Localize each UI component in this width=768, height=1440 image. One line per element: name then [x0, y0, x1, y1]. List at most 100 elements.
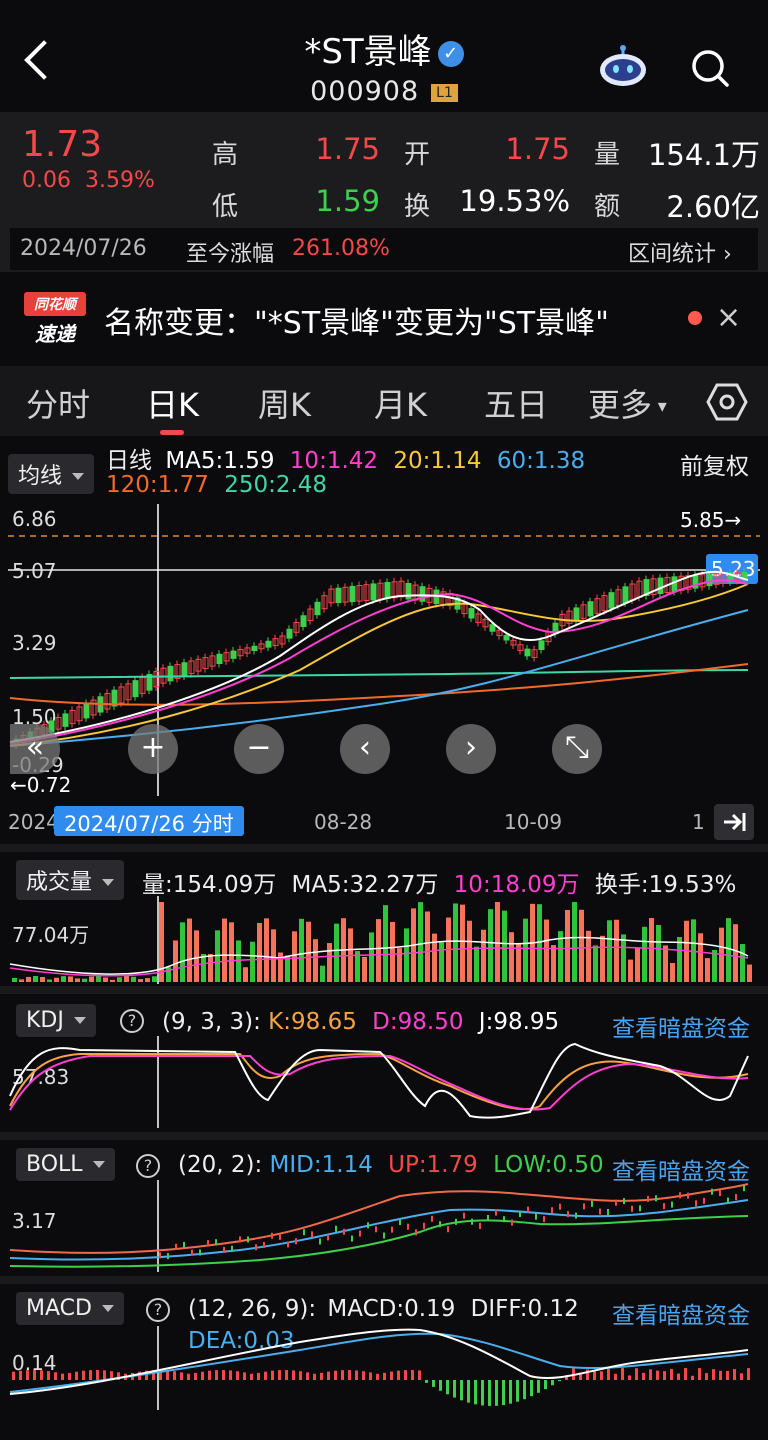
macd-bar	[439, 1380, 442, 1391]
ma250-value: 250:2.48	[224, 472, 328, 498]
tab-more[interactable]: 更多 ▾	[588, 380, 667, 426]
chevron-down-icon	[102, 879, 115, 886]
macd-selector[interactable]: MACD	[16, 1292, 124, 1325]
volume-bar	[607, 920, 612, 982]
chevron-down-icon	[72, 473, 85, 480]
unread-dot-icon	[688, 311, 702, 325]
range-stats-link[interactable]: 区间统计 ›	[628, 236, 732, 268]
tab-monthly-k[interactable]: 月K	[374, 380, 427, 426]
macd-bar	[243, 1372, 246, 1380]
header: *ST景峰 ✓ 000908 L1	[0, 0, 768, 112]
macd-bar	[712, 1369, 715, 1380]
jump-to-latest-icon[interactable]	[714, 804, 754, 840]
macd-bar	[222, 1370, 225, 1380]
macd-bar	[607, 1368, 610, 1380]
step-forward-icon[interactable]: ›	[446, 724, 496, 774]
range-stats-label: 区间统计	[628, 242, 717, 267]
date-axis-left: 2024	[8, 810, 59, 834]
high-marker-value: 5.85	[680, 508, 725, 532]
zoom-out-icon[interactable]: −	[234, 724, 284, 774]
search-icon[interactable]	[690, 48, 730, 88]
boll-params: (20, 2):	[178, 1152, 263, 1178]
assistant-robot-icon[interactable]	[598, 44, 648, 88]
volume-bar	[362, 956, 367, 982]
volume-selector[interactable]: 成交量	[16, 860, 125, 900]
volume-bar	[649, 918, 654, 982]
volume-bar	[82, 978, 87, 982]
tab-daily-k[interactable]: 日K	[146, 380, 199, 426]
boll-mid-line	[9, 1199, 749, 1261]
help-icon[interactable]: ?	[120, 1009, 144, 1033]
volume-bar	[54, 977, 59, 982]
macd-bar	[460, 1380, 463, 1401]
intraday-date-chip[interactable]: 2024/07/26 分时	[54, 806, 244, 836]
kdj-selector[interactable]: KDJ	[16, 1004, 96, 1037]
range-date: 2024/07/26	[20, 236, 147, 261]
ma10-value: 10:1.42	[289, 448, 379, 474]
macd-bar	[180, 1372, 183, 1380]
help-icon[interactable]: ?	[136, 1154, 160, 1178]
divider	[0, 986, 768, 994]
volume-bar	[460, 904, 465, 982]
change-value: 0.06	[22, 168, 71, 193]
zoom-in-icon[interactable]: +	[128, 724, 178, 774]
close-icon[interactable]: ×	[716, 300, 741, 335]
volume-bar	[663, 945, 668, 982]
macd-bar	[341, 1370, 344, 1380]
step-back-icon[interactable]: ‹	[340, 724, 390, 774]
macd-bar	[236, 1371, 239, 1380]
macd-histogram	[12, 1368, 750, 1406]
ma-legend-row1: 日线 MA5:1.59 10:1.42 20:1.14 60:1.38	[106, 441, 585, 475]
kdj-params: (9, 3, 3):	[162, 1009, 261, 1035]
adjust-mode[interactable]: 前复权	[680, 447, 749, 481]
ma-selector[interactable]: 均线	[8, 454, 95, 494]
volume-bar	[334, 923, 339, 982]
macd-value: MACD:0.19	[327, 1296, 456, 1322]
macd-bar	[418, 1370, 421, 1380]
tab-weekly-k[interactable]: 周K	[258, 380, 311, 426]
stock-title: *ST景峰 ✓	[0, 24, 768, 73]
turnover-label: 换	[404, 192, 431, 222]
macd-bar	[285, 1370, 288, 1380]
macd-bar	[397, 1370, 400, 1380]
scroll-left-icon[interactable]: «	[10, 724, 60, 774]
macd-legend: (12, 26, 9): MACD:0.19 DIFF:0.12	[188, 1296, 579, 1322]
macd-bar	[698, 1368, 701, 1380]
volume-bar	[502, 910, 507, 982]
volume-bar	[509, 932, 514, 982]
help-icon[interactable]: ?	[146, 1298, 170, 1322]
volume-bar	[495, 902, 500, 982]
news-ticker[interactable]: 同花顺 速递 名称变更："*ST景峰"变更为"ST景峰"	[0, 284, 768, 354]
volume-bar	[432, 933, 437, 982]
volume-bar	[733, 924, 738, 982]
dark-pool-link[interactable]: 查看暗盘资金	[612, 1296, 750, 1330]
volume-bar	[740, 944, 745, 982]
fullscreen-icon[interactable]: ⤡	[552, 724, 602, 774]
macd-bar	[383, 1372, 386, 1380]
settings-icon[interactable]	[706, 382, 748, 422]
ma120-value: 120:1.77	[106, 472, 209, 498]
candle-body	[573, 607, 580, 622]
macd-bar	[103, 1370, 106, 1380]
candle-body	[265, 640, 272, 648]
news-text: 名称变更："*ST景峰"变更为"ST景峰"	[104, 306, 609, 341]
volume-bar	[726, 918, 731, 982]
tab-intraday[interactable]: 分时	[26, 380, 90, 426]
kdj-selector-label: KDJ	[26, 1008, 64, 1033]
macd-bar	[684, 1368, 687, 1380]
kdj-d: D:98.50	[372, 1009, 464, 1035]
volume-bar	[537, 904, 542, 982]
volume-bar	[138, 979, 143, 982]
stock-code: 000908 L1	[0, 76, 768, 107]
macd-bar	[502, 1380, 505, 1406]
low-label: 低	[212, 192, 239, 222]
macd-bar	[264, 1371, 267, 1380]
volume-chart: 77.04万	[9, 896, 752, 984]
kdj-legend: (9, 3, 3): K:98.65 D:98.50 J:98.95	[162, 1009, 559, 1035]
tab-five-day[interactable]: 五日	[484, 380, 548, 426]
turnover-value: 19.53%	[459, 184, 570, 218]
macd-bar	[453, 1380, 456, 1398]
low-value: 1.59	[315, 184, 380, 218]
range-bar[interactable]: 2024/07/26 至今涨幅 261.08% 区间统计 ›	[10, 228, 758, 270]
boll-selector[interactable]: BOLL	[16, 1148, 115, 1181]
